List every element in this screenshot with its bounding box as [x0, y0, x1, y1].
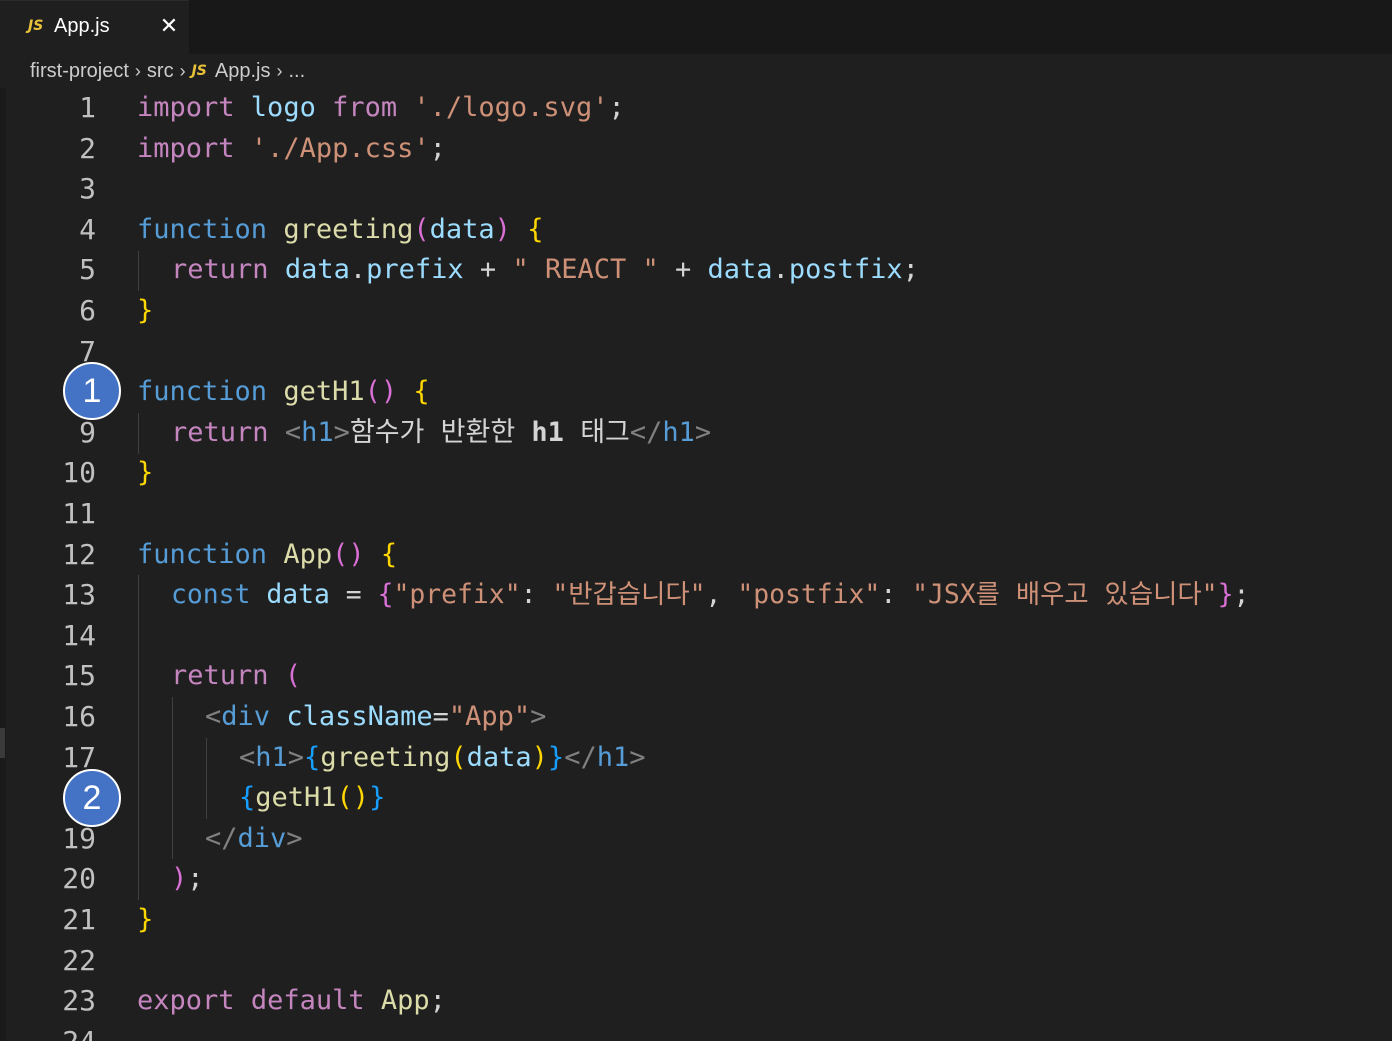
- code-line-23: 23 export default App;: [0, 981, 1392, 1022]
- breadcrumb: first-project › src › JS App.js › ...: [30, 57, 305, 85]
- code-line-21: 21 }: [0, 900, 1392, 941]
- breadcrumb-item-file[interactable]: App.js: [215, 60, 271, 83]
- code-line-1: 1 import logo from './logo.svg';: [0, 88, 1392, 129]
- javascript-file-icon: JS: [28, 18, 44, 34]
- code-line-17: 17 <h1>{greeting(data)}</h1>: [0, 738, 1392, 779]
- code-text: function greeting(data) {: [137, 213, 544, 245]
- code-line-16: 16 <div className="App">: [0, 697, 1392, 738]
- chevron-right-icon: ›: [134, 60, 141, 81]
- code-line-22: 22: [0, 941, 1392, 982]
- line-number: 22: [62, 943, 96, 977]
- code-line-6: 6 }: [0, 291, 1392, 332]
- code-text: return <h1>함수가 반환한 h1 태그</h1>: [171, 416, 712, 448]
- code-line-7: 7: [0, 332, 1392, 373]
- code-line-13: 13 const data = {"prefix": "반갑습니다", "pos…: [0, 575, 1392, 616]
- line-number: 23: [62, 984, 96, 1018]
- breadcrumb-item-project[interactable]: first-project: [30, 60, 129, 83]
- code-text: function App() {: [137, 538, 398, 570]
- line-number: 1: [79, 91, 96, 124]
- annotation-marker-2: 2: [63, 769, 121, 827]
- code-line-19: 19 </div>: [0, 819, 1392, 860]
- code-line-24: 24: [0, 1022, 1392, 1041]
- code-line-14: 14: [0, 616, 1392, 657]
- code-text: export default App;: [137, 985, 446, 1017]
- code-line-4: 4 function greeting(data) {: [0, 210, 1392, 251]
- code-text: }: [137, 904, 154, 935]
- line-number: 4: [79, 212, 96, 246]
- code-line-3: 3: [0, 169, 1392, 210]
- line-number: 12: [62, 537, 96, 571]
- code-editor[interactable]: 1 import logo from './logo.svg'; 2 impor…: [0, 88, 1392, 1041]
- line-number: 15: [62, 659, 96, 693]
- line-number: 10: [62, 456, 96, 490]
- breadcrumb-item-src[interactable]: src: [147, 60, 174, 83]
- code-line-15: 15 return (: [0, 656, 1392, 697]
- chevron-right-icon: ›: [179, 60, 186, 81]
- code-text: {getH1()}: [239, 782, 386, 814]
- line-number: 2: [79, 131, 96, 165]
- code-text: import './App.css';: [137, 132, 446, 164]
- code-line-18: {getH1()}: [0, 778, 1392, 819]
- code-text: <h1>{greeting(data)}</h1>: [239, 741, 646, 773]
- breadcrumb-item-symbols[interactable]: ...: [288, 60, 305, 83]
- line-number: 16: [62, 700, 96, 733]
- code-line-2: 2 import './App.css';: [0, 129, 1392, 170]
- code-text: );: [171, 863, 204, 895]
- code-line-11: 11: [0, 494, 1392, 535]
- line-number: 3: [79, 172, 96, 206]
- code-text: function getH1() {: [137, 376, 430, 408]
- line-number: 5: [79, 253, 96, 287]
- line-number: 13: [62, 578, 96, 612]
- code-text: </div>: [205, 822, 303, 854]
- tab-app-js[interactable]: JS App.js ✕: [0, 0, 189, 54]
- code-text: const data = {"prefix": "반갑습니다", "postfi…: [171, 579, 1250, 611]
- line-number: 24: [38, 1022, 96, 1041]
- code-text: import logo from './logo.svg';: [137, 92, 625, 123]
- tab-bar: JS App.js ✕: [0, 0, 1392, 54]
- code-text: return data.prefix + " REACT " + data.po…: [171, 254, 919, 286]
- javascript-file-icon: JS: [191, 63, 207, 79]
- code-text: }: [137, 457, 154, 489]
- code-text: }: [137, 295, 154, 326]
- code-text: return (: [171, 660, 302, 692]
- line-number: 6: [79, 294, 96, 327]
- line-number: 20: [62, 862, 96, 896]
- code-line-10: 10 }: [0, 453, 1392, 494]
- line-number: 21: [62, 903, 96, 936]
- tab-label: App.js: [54, 15, 110, 37]
- code-line-5: 5 return data.prefix + " REACT " + data.…: [0, 250, 1392, 291]
- line-number: 11: [62, 497, 96, 530]
- chevron-right-icon: ›: [276, 60, 283, 81]
- line-number: 14: [62, 618, 96, 652]
- close-icon[interactable]: ✕: [157, 13, 181, 41]
- annotation-marker-1: 1: [63, 362, 121, 420]
- code-line-8: function getH1() {: [0, 372, 1392, 413]
- code-text: <div className="App">: [205, 701, 547, 732]
- code-line-12: 12 function App() {: [0, 535, 1392, 576]
- code-line-20: 20 );: [0, 859, 1392, 900]
- code-line-9: 9 return <h1>함수가 반환한 h1 태그</h1>: [0, 413, 1392, 454]
